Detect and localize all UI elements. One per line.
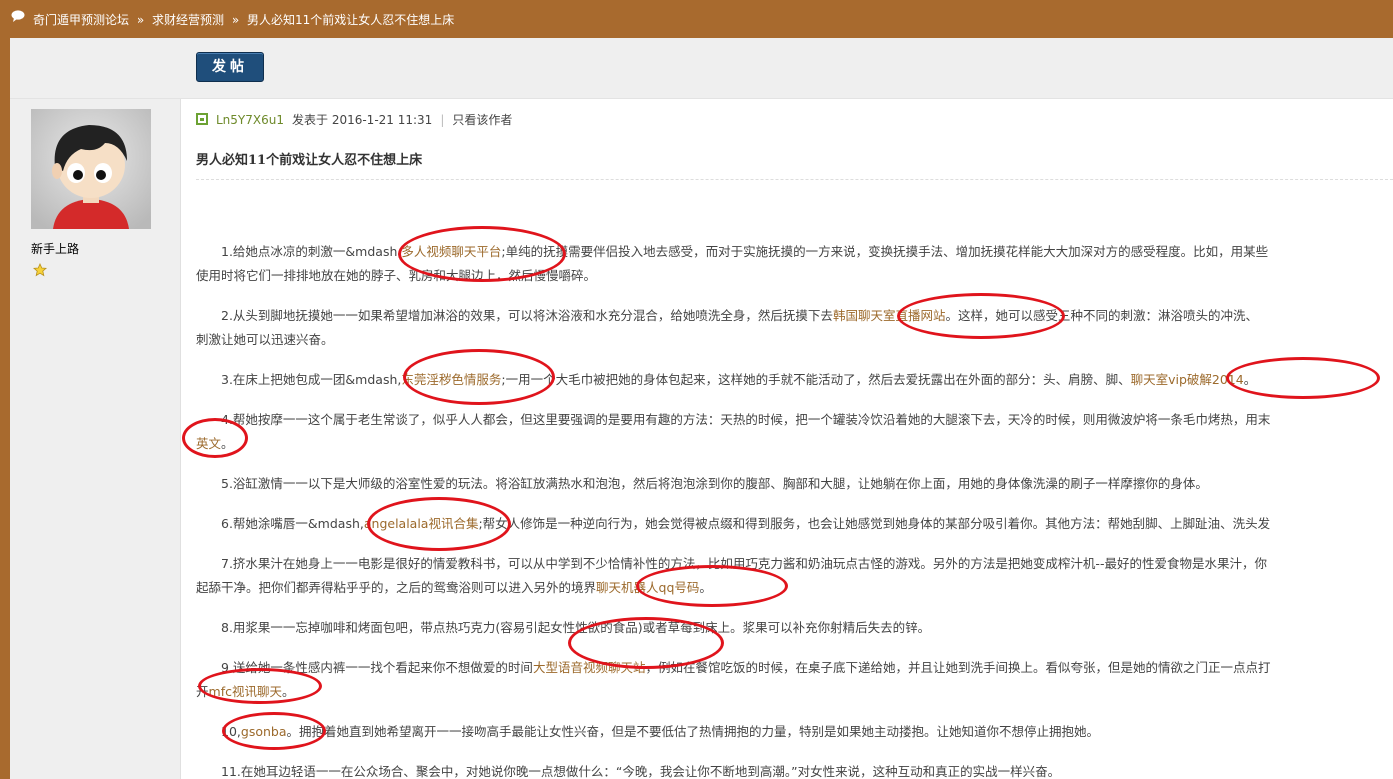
text: ;帮女人修饰是一种逆向行为，她会觉得被点缀和得到服务，也会让她感觉到她身体的某部… [478,516,1271,531]
spam-link[interactable]: 大型语音视频聊天站 [533,660,646,675]
breadcrumb: 奇门遁甲预测论坛 » 求财经营预测 » 男人必知11个前戏让女人忍不住想上床 [33,11,454,28]
speech-bubble-icon [11,10,25,22]
paragraph-2: 2.从头到脚地抚摸她一一如果希望增加淋浴的效果，可以将沐浴液和水充分混合，给她喷… [196,304,1393,352]
breadcrumb-board-link[interactable]: 求财经营预测 [152,13,224,27]
text: ，例如在餐馆吃饭的时候，在桌子底下递给她，并且让她到洗手间换上。看似夸张，但是她… [645,660,1271,675]
text: 7.挤水果汁在她身上一一电影是很好的情爱教科书，可以从中学到不少恰情补性的方法，… [221,556,1267,571]
user-rank: 新手上路 [31,242,80,256]
spam-link[interactable]: gsonba [241,724,287,739]
paragraph-3: 3.在床上把她包成一团&mdash,东莞淫秽色情服务;一用一个大毛巾被把她的身体… [196,368,1393,392]
text: 。 [281,684,295,699]
text: ;单纯的抚摸需要伴侣投入地去感受，而对于实施抚摸的一方来说，变换抚摸手法、增加抚… [501,244,1269,259]
paragraph-5: 5.浴缸激情一一以下是大师级的浴室性爱的玩法。将浴缸放满热水和泡泡，然后将泡泡涂… [196,472,1393,496]
spam-link[interactable]: angelalala视讯合集 [364,516,479,531]
text: 起舔干净。把你们都弄得粘乎乎的，之后的鸳鸯浴则可以进入另外的境界 [196,580,597,595]
text: 。 [221,436,234,451]
post-meta: Ln5Y7X6u1 发表于 2016-1-21 11:31 | 只看该作者 [196,111,512,128]
breadcrumb-forum-link[interactable]: 奇门遁甲预测论坛 [33,13,129,27]
paragraph-8: 8.用浆果一一忘掉咖啡和烤面包吧，带点热巧克力(容易引起女性性欲的食品)或者草莓… [196,616,1393,640]
text: 。拥抱着她直到她希望离开一一接吻高手最能让女性兴奋，但是不要低估了热情拥抱的力量… [286,724,1100,739]
text: 4.帮她按摩一一这个属于老生常谈了，似乎人人都会，但这里要强调的是要用有趣的方法… [221,412,1271,427]
post-title: 男人必知11个前戏让女人忍不住想上床 [196,153,423,168]
spam-link[interactable]: 多人视频聊天平台 [401,244,501,259]
text: 刺激让她可以迅速兴奋。 [196,332,334,347]
text: 。这样，她可以感受三种不同的刺激：淋浴喷头的冲洗、 [945,308,1258,323]
text: 。 [1243,372,1257,387]
thread-container: 发帖 新手上路 Ln5Y7X6u1 发表于 2016-1-21 11:31 | 只看该… [10,38,1393,779]
meta-divider: | [440,113,445,127]
text: 。 [699,580,712,595]
post-date: 发表于 2016-1-21 11:31 [292,113,433,127]
spam-link[interactable]: 聊天室vip破解2014 [1131,372,1244,387]
paragraph-9: 9.送给她一条性感内裤一一找个看起来你不想做爱的时间大型语音视频聊天站，例如在餐… [196,656,1393,704]
text: 开 [196,684,209,699]
breadcrumb-thread-link[interactable]: 男人必知11个前戏让女人忍不住想上床 [247,13,454,27]
text: 3.在床上把她包成一团&mdash, [221,372,402,387]
breadcrumb-separator: » [231,13,240,27]
spam-link[interactable]: 东莞淫秽色情服务 [401,372,501,387]
paragraph-10: 10,gsonba。拥抱着她直到她希望离开一一接吻高手最能让女性兴奋，但是不要低… [196,720,1393,744]
paragraph-6: 6.帮她涂嘴唇一&mdash,angelalala视讯合集;帮女人修饰是一种逆向… [196,512,1393,536]
author-sidebar: 新手上路 [10,99,181,779]
text: 2.从头到脚地抚摸她一一如果希望增加淋浴的效果，可以将沐浴液和水充分混合，给她喷… [221,308,833,323]
online-status-icon [196,113,208,125]
author-link[interactable]: Ln5Y7X6u1 [216,113,284,127]
spam-link[interactable]: 英文 [196,436,221,451]
text: 11.在她耳边轻语一一在公众场合、聚会中，对她说你晚一点想做什么：“今晚，我会让… [221,764,1061,779]
avatar[interactable] [31,109,151,229]
text: 1.给她点冰凉的刺激一&mdash, [221,244,402,259]
star-icon [33,263,47,277]
paragraph-7: 7.挤水果汁在她身上一一电影是很好的情爱教科书，可以从中学到不少恰情补性的方法，… [196,552,1393,600]
breadcrumb-separator: » [136,13,145,27]
text: 9.送给她一条性感内裤一一找个看起来你不想做爱的时间 [221,660,533,675]
text: 6.帮她涂嘴唇一&mdash, [221,516,364,531]
thread-toolbar: 发帖 [10,38,1393,99]
only-author-link[interactable]: 只看该作者 [452,113,512,127]
text: 使用时将它们一排排地放在她的脖子、乳房和大腿边上，然后慢慢嚼碎。 [196,268,597,283]
paragraph-11: 11.在她耳边轻语一一在公众场合、聚会中，对她说你晚一点想做什么：“今晚，我会让… [196,760,1393,779]
spam-link[interactable]: 聊天机器人qq号码 [596,580,699,595]
text: 5.浴缸激情一一以下是大师级的浴室性爱的玩法。将浴缸放满热水和泡泡，然后将泡泡涂… [221,476,1208,491]
title-divider [196,179,1393,180]
text: 8.用浆果一一忘掉咖啡和烤面包吧，带点热巧克力(容易引起女性性欲的食品)或者草莓… [221,620,931,635]
new-post-button[interactable]: 发帖 [196,52,264,82]
text: ;一用一个大毛巾被把她的身体包起来，这样她的手就不能活动了，然后去爱抚露出在外面… [501,372,1131,387]
paragraph-1: 1.给她点冰凉的刺激一&mdash,多人视频聊天平台;单纯的抚摸需要伴侣投入地去… [196,240,1393,288]
breadcrumb-bar: 奇门遁甲预测论坛 » 求财经营预测 » 男人必知11个前戏让女人忍不住想上床 [0,0,1393,38]
spam-link[interactable]: mfc视讯聊天 [209,684,282,699]
paragraph-4: 4.帮她按摩一一这个属于老生常谈了，似乎人人都会，但这里要强调的是要用有趣的方法… [196,408,1393,456]
spam-link[interactable]: 韩国聊天室直播网站 [833,308,946,323]
text: 10, [221,724,241,739]
post-body: Ln5Y7X6u1 发表于 2016-1-21 11:31 | 只看该作者 男人必知1… [196,99,1393,779]
